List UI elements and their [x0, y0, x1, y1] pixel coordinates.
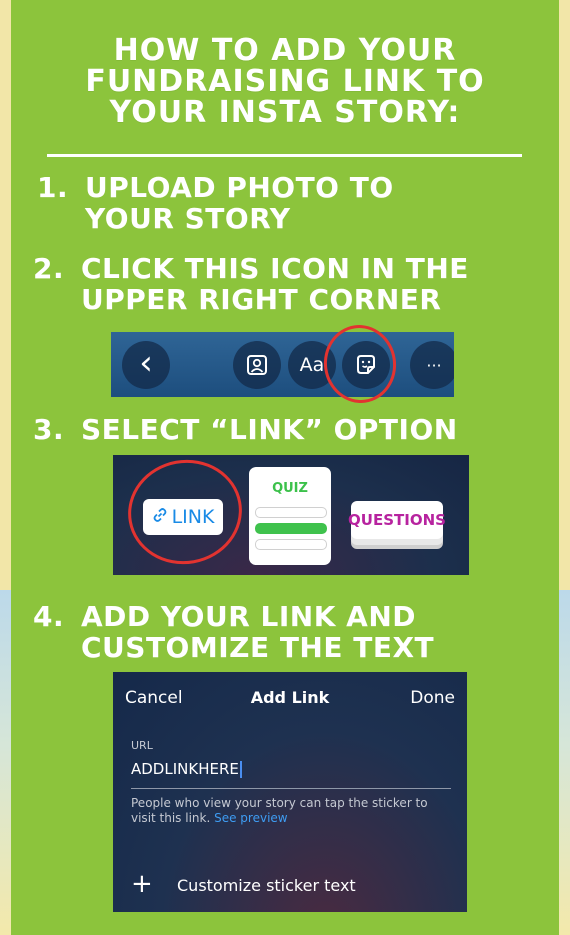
plus-icon[interactable]: +: [131, 871, 153, 897]
quiz-option-bar-selected: [255, 523, 327, 534]
url-underline: [131, 788, 451, 789]
step-2-line-2: UPPER RIGHT CORNER: [81, 283, 442, 316]
title-line-2: FUNDRAISING LINK TO: [85, 64, 485, 99]
more-icon: ···: [426, 355, 442, 375]
title-line-3: YOUR INSTA STORY:: [109, 95, 461, 130]
text-cursor: [239, 761, 242, 778]
step-3-line-1: SELECT “LINK” OPTION: [81, 413, 458, 446]
step-1-line-1: UPLOAD PHOTO TO: [85, 171, 394, 204]
more-button[interactable]: ···: [410, 341, 454, 389]
step-4: 4. ADD YOUR LINK AND CUSTOMIZE THE TEXT: [33, 601, 434, 663]
step-3: 3. SELECT “LINK” OPTION: [33, 414, 458, 445]
step-4-number: 4.: [33, 600, 65, 633]
back-button[interactable]: ‹: [122, 341, 170, 389]
quiz-option-bar: [255, 507, 327, 518]
quiz-option-bar: [255, 539, 327, 550]
questions-sticker[interactable]: QUESTIONS: [348, 501, 446, 539]
see-preview-link[interactable]: See preview: [214, 811, 288, 825]
url-label: URL: [131, 739, 153, 752]
step-4-line-2: CUSTOMIZE THE TEXT: [81, 631, 435, 664]
url-value: ADDLINKHERE: [131, 760, 239, 778]
quiz-sticker-label: QUIZ: [272, 481, 308, 496]
help-text: People who view your story can tap the s…: [131, 796, 451, 826]
url-input[interactable]: ADDLINKHERE: [131, 760, 242, 778]
title-line-1: HOW TO ADD YOUR: [113, 33, 457, 68]
step-2-number: 2.: [33, 252, 65, 285]
step-2-line-1: CLICK THIS ICON IN THE: [81, 252, 469, 285]
step-3-number: 3.: [33, 413, 65, 446]
add-link-screenshot: Cancel Add Link Done URL ADDLINKHERE Peo…: [113, 672, 467, 912]
infographic-panel: HOW TO ADD YOUR FUNDRAISING LINK TO YOUR…: [11, 0, 559, 935]
tag-people-button[interactable]: [233, 341, 281, 389]
story-toolbar-screenshot: ‹ Aa ···: [111, 332, 454, 397]
person-frame-icon: [246, 354, 268, 376]
step-1-line-2: YOUR STORY: [85, 202, 291, 235]
step-2: 2. CLICK THIS ICON IN THE UPPER RIGHT COR…: [33, 253, 469, 315]
step-4-line-1: ADD YOUR LINK AND: [81, 600, 417, 633]
divider: [47, 154, 522, 157]
text-icon: Aa: [299, 354, 325, 376]
customize-sticker-text-button[interactable]: Customize sticker text: [177, 876, 356, 895]
done-button[interactable]: Done: [410, 688, 455, 708]
quiz-sticker[interactable]: QUIZ: [249, 467, 331, 565]
step-1-number: 1.: [37, 171, 69, 204]
questions-sticker-label: QUESTIONS: [348, 511, 446, 529]
chevron-left-icon: ‹: [139, 343, 153, 383]
step-1: 1. UPLOAD PHOTO TO YOUR STORY: [37, 172, 394, 234]
